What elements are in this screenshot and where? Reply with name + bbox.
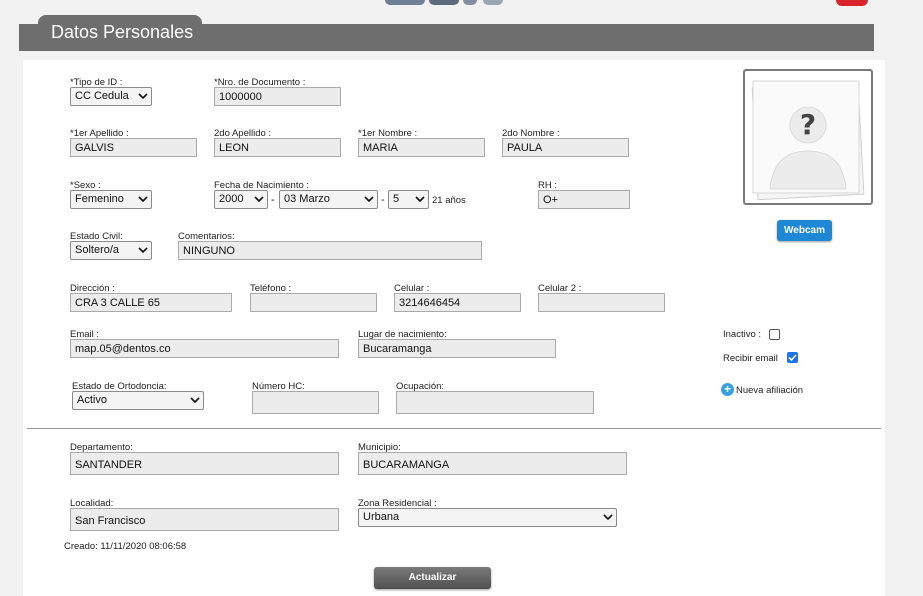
ocupacion-input[interactable] [396,391,594,414]
plus-circle-icon[interactable]: + [721,383,734,396]
chevron-down-icon [190,397,200,404]
section-title: Datos Personales [38,15,202,51]
recibir-email-label: Recibir email [723,353,778,364]
chevron-down-icon [138,196,148,203]
mes-value: 03 Marzo [284,193,330,205]
nro-documento-input[interactable]: 1000000 [214,87,341,106]
chevron-down-icon [415,196,425,203]
dia-select[interactable]: 5 [388,190,429,209]
close-icon[interactable] [836,0,868,6]
inactivo-label: Inactivo : [723,329,762,340]
chevron-down-icon [138,247,148,254]
estado-ortodoncia-value: Activo [77,394,107,406]
edad-text: 21 años [432,195,466,206]
segundo-apellido-input[interactable]: LEON [214,138,341,157]
question-mark: ? [800,108,816,141]
chevron-down-icon [364,196,374,203]
inactivo-checkbox[interactable] [769,329,780,340]
celular-input[interactable]: 3214646454 [394,293,521,312]
anio-value: 2000 [219,193,244,205]
direccion-input[interactable]: CRA 3 CALLE 65 [70,293,232,312]
date-separator: - [271,194,275,206]
email-input[interactable]: map.05@dentos.co [70,339,339,358]
departamento-input[interactable]: SANTANDER [70,452,339,475]
lugar-nacimiento-input[interactable]: Bucaramanga [358,339,556,358]
check-icon [788,354,797,362]
webcam-button[interactable]: Webcam [777,220,832,241]
zona-residencial-value: Urbana [363,511,400,523]
avatar-placeholder-icon: ? [751,80,865,201]
chevron-down-icon [254,196,264,203]
primer-nombre-input[interactable]: MARIA [358,138,485,157]
nueva-afiliacion-link[interactable]: Nueva afiliación [736,385,803,396]
estado-ortodoncia-select[interactable]: Activo [72,391,204,410]
chevron-down-icon [138,93,148,100]
app-logo [385,0,525,6]
date-separator: - [381,194,385,206]
rh-input[interactable]: O+ [538,190,630,209]
segundo-nombre-input[interactable]: PAULA [502,138,629,157]
zona-residencial-select[interactable]: Urbana [358,508,617,527]
anio-select[interactable]: 2000 [214,190,268,209]
tipo-id-select[interactable]: CC Cedula [70,87,152,106]
mes-select[interactable]: 03 Marzo [279,190,378,209]
celular2-input[interactable] [538,293,665,312]
dia-value: 5 [393,193,400,205]
telefono-input[interactable] [250,293,377,312]
numero-hc-input[interactable] [252,391,379,414]
sexo-value: Femenino [75,193,124,205]
created-timestamp: Creado: 11/11/2020 08:06:58 [64,541,187,552]
tipo-id-value: CC Cedula [75,90,129,102]
photo-frame[interactable]: ? [743,69,873,205]
section-divider [27,428,881,429]
primer-apellido-input[interactable]: GALVIS [70,138,197,157]
estado-civil-value: Soltero/a [75,244,120,256]
actualizar-button[interactable]: Actualizar [374,567,491,589]
recibir-email-checkbox[interactable] [787,352,798,363]
comentarios-input[interactable]: NINGUNO [178,241,482,260]
localidad-input[interactable]: San Francisco [70,508,339,531]
sexo-select[interactable]: Femenino [70,190,152,209]
municipio-input[interactable]: BUCARAMANGA [358,452,627,475]
estado-civil-select[interactable]: Soltero/a [70,241,152,260]
chevron-down-icon [603,514,613,521]
